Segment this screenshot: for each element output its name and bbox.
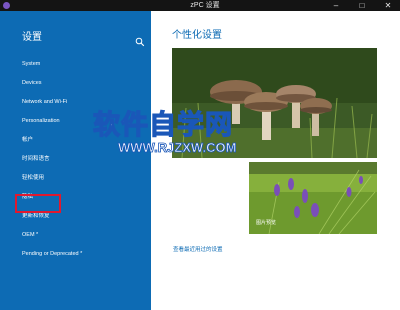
start-preview-caption: 图片预览 (256, 220, 277, 226)
sidebar-item-devices[interactable]: Devices (22, 80, 42, 87)
sidebar-item-time-language[interactable]: 时间和语言 (22, 156, 50, 163)
sidebar-item-ease-of-access[interactable]: 轻松使用 (22, 175, 44, 182)
sidebar-item-accounts[interactable]: 帐户 (22, 137, 33, 144)
sidebar-heading: 设置 (22, 32, 42, 43)
settings-sidebar: 设置 System Devices Network and Wi-Fi Pers… (0, 11, 151, 310)
sidebar-item-pending[interactable]: Pending or Deprecated * (22, 251, 82, 258)
sidebar-item-network[interactable]: Network and Wi-Fi (22, 99, 67, 106)
highlight-box (15, 194, 61, 213)
sidebar-item-oem[interactable]: OEM * (22, 232, 38, 239)
watermark-url: WWW.RJZXW.COM (118, 140, 237, 156)
close-button[interactable]: ✕ (378, 0, 398, 11)
app-logo-icon (3, 2, 10, 9)
sidebar-item-system[interactable]: System (22, 61, 40, 68)
recent-settings-link[interactable]: 查看最近用过的设置 (173, 247, 223, 254)
maximize-button[interactable]: □ (352, 0, 372, 11)
sidebar-item-update-recovery[interactable]: 更新和恢复 (22, 213, 50, 220)
minimize-button[interactable]: – (326, 0, 346, 11)
sidebar-item-personalization[interactable]: Personalization (22, 118, 60, 125)
search-icon[interactable] (135, 34, 145, 47)
page-title: 个性化设置 (172, 30, 222, 41)
window-title: zPC 设置 (190, 2, 220, 9)
title-bar: zPC 设置 – □ ✕ (0, 0, 400, 11)
watermark-title: 软件自学网 (92, 109, 233, 140)
